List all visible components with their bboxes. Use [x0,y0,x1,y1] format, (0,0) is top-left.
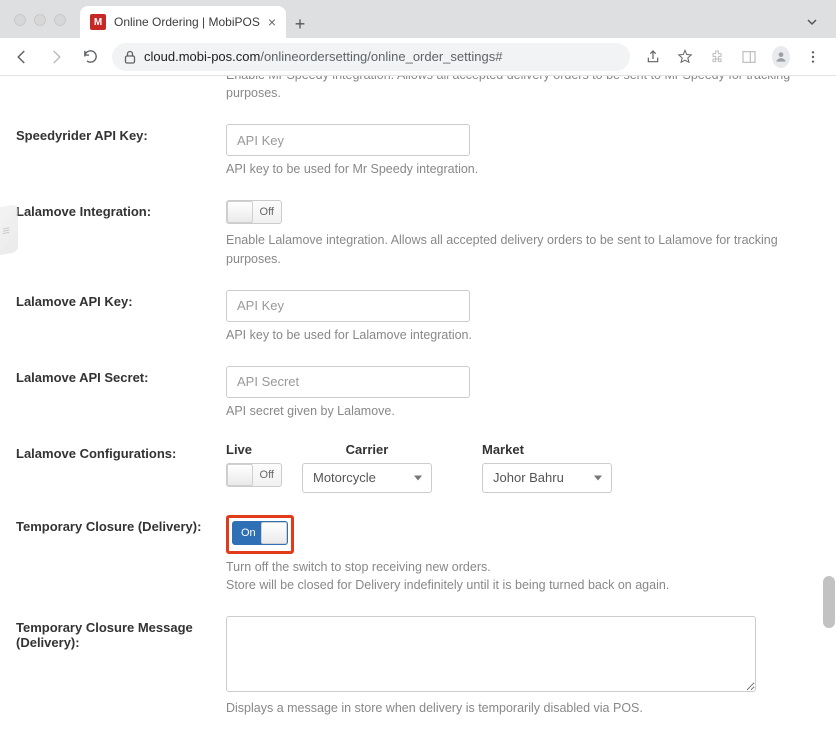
lalamove-integration-row: Lalamove Integration: Off Enable Lalamov… [16,200,820,267]
lalamove-api-help: API key to be used for Lalamove integrat… [226,326,820,344]
speedyrider-row: Speedyrider API Key: API key to be used … [16,124,820,178]
speedyrider-input[interactable] [226,124,470,156]
menu-icon[interactable] [804,48,822,66]
profile-icon[interactable] [772,48,790,66]
tabs-dropdown-icon[interactable] [796,16,828,38]
mrspeedy-help: Enable Mr Speedy integration. Allows all… [226,76,820,102]
lalamove-config-label: Lalamove Configurations: [16,442,226,461]
lalamove-integration-toggle[interactable]: Off [226,200,282,224]
market-head: Market [482,442,612,457]
new-tab-button[interactable]: + [286,10,314,38]
lalamove-integration-help: Enable Lalamove integration. Allows all … [226,231,820,267]
tab-strip: M Online Ordering | MobiPOS × + [74,0,828,38]
browser-tab-bar: M Online Ordering | MobiPOS × + [0,0,836,38]
temp-closure-label: Temporary Closure (Delivery): [16,515,226,534]
live-toggle[interactable]: Off [226,463,282,487]
back-button[interactable] [10,45,34,69]
extensions-icon[interactable] [708,48,726,66]
favicon-icon: M [90,14,106,30]
live-head: Live [226,442,282,457]
window-maximize[interactable] [54,14,66,26]
window-close[interactable] [14,14,26,26]
reload-button[interactable] [78,45,102,69]
lalamove-secret-input[interactable] [226,366,470,398]
page-content: ≡ Enable Mr Speedy integration. Allows a… [0,76,836,733]
temp-msg-help: Displays a message in store when deliver… [226,699,820,717]
share-icon[interactable] [644,48,662,66]
window-minimize[interactable] [34,14,46,26]
forward-button[interactable] [44,45,68,69]
temp-msg-label: Temporary Closure Message (Delivery): [16,616,226,650]
temp-closure-help2: Store will be closed for Delivery indefi… [226,576,820,594]
lalamove-secret-label: Lalamove API Secret: [16,366,226,385]
carrier-head: Carrier [302,442,432,457]
url-host: cloud.mobi-pos.com/onlineordersetting/on… [144,49,502,64]
lalamove-api-row: Lalamove API Key: API key to be used for… [16,290,820,344]
lalamove-integration-label: Lalamove Integration: [16,200,226,219]
temp-closure-row: Temporary Closure (Delivery): On Turn of… [16,515,820,594]
temp-msg-textarea[interactable] [226,616,756,692]
scrollbar-thumb[interactable] [823,576,835,628]
temp-msg-row: Temporary Closure Message (Delivery): Di… [16,616,820,717]
lalamove-api-input[interactable] [226,290,470,322]
bookmark-icon[interactable] [676,48,694,66]
lalamove-secret-help: API secret given by Lalamove. [226,402,820,420]
market-select[interactable]: Johor Bahru [482,463,612,493]
address-bar[interactable]: cloud.mobi-pos.com/onlineordersetting/on… [112,43,630,71]
close-tab-icon[interactable]: × [268,14,276,30]
temp-closure-highlight: On [226,515,294,554]
lalamove-secret-row: Lalamove API Secret: API secret given by… [16,366,820,420]
active-tab[interactable]: M Online Ordering | MobiPOS × [80,6,286,38]
toolbar-actions [640,48,826,66]
side-handle-icon[interactable]: ≡ [0,204,18,256]
panel-icon[interactable] [740,48,758,66]
temp-closure-toggle[interactable]: On [232,521,288,545]
speedyrider-help: API key to be used for Mr Speedy integra… [226,160,820,178]
lock-icon [124,50,136,64]
speedyrider-label: Speedyrider API Key: [16,124,226,143]
browser-toolbar: cloud.mobi-pos.com/onlineordersetting/on… [0,38,836,76]
lalamove-config-row: Lalamove Configurations: Live Off Carrie… [16,442,820,493]
window-controls [8,14,74,38]
carrier-select[interactable]: Motorcycle [302,463,432,493]
tab-title: Online Ordering | MobiPOS [114,15,260,29]
lalamove-api-label: Lalamove API Key: [16,290,226,309]
mrspeedy-row: Enable Mr Speedy integration. Allows all… [16,76,820,102]
temp-closure-help1: Turn off the switch to stop receiving ne… [226,558,820,576]
